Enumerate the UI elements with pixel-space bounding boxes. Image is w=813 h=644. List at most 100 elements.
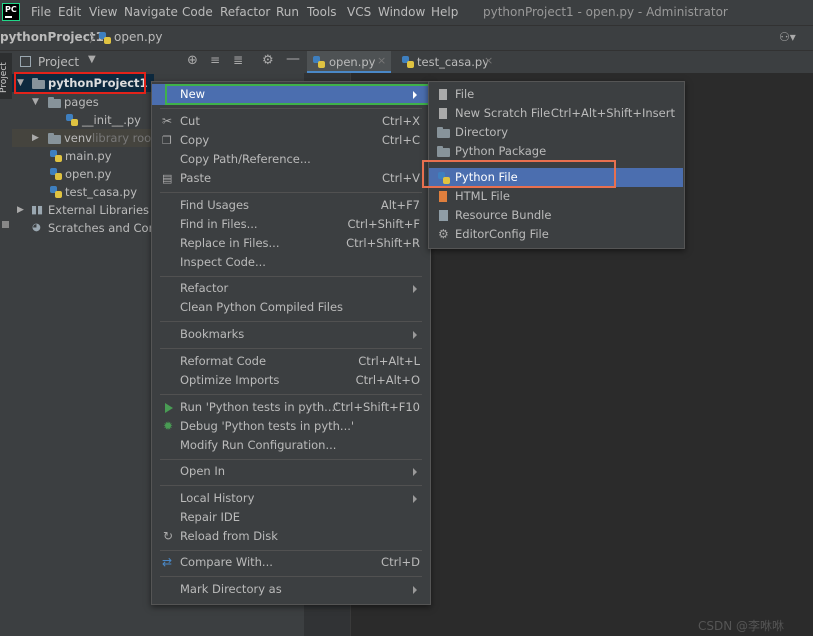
menu-item-optimize-imports[interactable]: Optimize Imports Ctrl+Alt+O bbox=[152, 371, 429, 390]
user-account-icon[interactable]: ⚇▾ bbox=[779, 30, 796, 44]
scissors-icon: ✂ bbox=[162, 114, 173, 128]
html-file-icon bbox=[439, 191, 447, 202]
scratch-file-icon bbox=[439, 108, 447, 119]
chevron-right-icon bbox=[413, 468, 417, 476]
tree-item-open[interactable]: open.py bbox=[12, 165, 152, 183]
menu-separator bbox=[160, 550, 422, 551]
tree-item-external-libraries[interactable]: ▶ ▮▮ External Libraries bbox=[12, 201, 152, 219]
close-icon[interactable]: × bbox=[484, 54, 493, 67]
library-root-hint: library root bbox=[92, 131, 156, 145]
menu-vcs[interactable]: VCS bbox=[347, 5, 371, 19]
expand-all-icon[interactable]: ≡ bbox=[210, 53, 220, 67]
menu-item-label: Open In bbox=[180, 464, 226, 478]
submenu-item-scratch-file[interactable]: New Scratch File Ctrl+Alt+Shift+Insert bbox=[429, 104, 683, 123]
menu-item-local-history[interactable]: Local History bbox=[152, 489, 429, 508]
submenu-item-directory[interactable]: Directory bbox=[429, 123, 683, 142]
menu-item-open-in[interactable]: Open In bbox=[152, 462, 429, 481]
close-icon[interactable]: × bbox=[377, 54, 386, 67]
submenu-item-python-package[interactable]: Python Package bbox=[429, 142, 683, 161]
breadcrumb-file[interactable]: open.py bbox=[114, 30, 162, 44]
menu-item-label: Paste bbox=[180, 171, 212, 185]
menu-item-bookmarks[interactable]: Bookmarks bbox=[152, 325, 429, 344]
menu-view[interactable]: View bbox=[89, 5, 117, 19]
menu-item-replace-in-files[interactable]: Replace in Files... Ctrl+Shift+R bbox=[152, 234, 429, 253]
submenu-item-resource-bundle[interactable]: Resource Bundle bbox=[429, 206, 683, 225]
gear-icon[interactable]: ⚙ bbox=[262, 53, 274, 68]
menu-item-label: Python Package bbox=[455, 144, 547, 158]
menu-help[interactable]: Help bbox=[431, 5, 458, 19]
menu-item-copy-path[interactable]: Copy Path/Reference... bbox=[152, 150, 429, 169]
tree-item-label: venv bbox=[64, 131, 92, 145]
hide-icon[interactable]: — bbox=[286, 51, 300, 67]
shortcut-label: Ctrl+X bbox=[382, 114, 420, 128]
shortcut-label: Ctrl+D bbox=[381, 555, 420, 569]
tab-label: test_casa.py bbox=[417, 55, 490, 69]
tree-item-pages[interactable]: ▼ pages bbox=[12, 93, 152, 111]
menu-item-cut[interactable]: ✂ Cut Ctrl+X bbox=[152, 112, 429, 131]
tree-item-init[interactable]: __init__.py bbox=[12, 111, 152, 129]
menu-code[interactable]: Code bbox=[182, 5, 213, 19]
menu-item-label: Debug 'Python tests in pyth...' bbox=[180, 419, 355, 433]
python-file-icon bbox=[50, 168, 62, 180]
tab-open-py[interactable]: open.py × bbox=[307, 51, 391, 73]
menu-run[interactable]: Run bbox=[276, 5, 299, 19]
menu-item-refactor[interactable]: Refactor bbox=[152, 279, 429, 298]
resource-bundle-icon bbox=[439, 210, 448, 221]
project-view-title[interactable]: Project bbox=[38, 55, 79, 69]
menu-item-label: Resource Bundle bbox=[455, 208, 552, 222]
menu-item-paste[interactable]: ▤ Paste Ctrl+V bbox=[152, 169, 429, 188]
shortcut-label: Ctrl+Alt+L bbox=[358, 354, 420, 368]
menu-item-inspect-code[interactable]: Inspect Code... bbox=[152, 253, 429, 272]
menu-item-label: Optimize Imports bbox=[180, 373, 280, 387]
menu-edit[interactable]: Edit bbox=[58, 5, 81, 19]
menu-item-modify-run-config[interactable]: Modify Run Configuration... bbox=[152, 436, 429, 455]
debug-bug-icon: ✹ bbox=[163, 419, 174, 433]
menu-navigate[interactable]: Navigate bbox=[124, 5, 178, 19]
menu-refactor[interactable]: Refactor bbox=[220, 5, 270, 19]
menu-file[interactable]: File bbox=[31, 5, 51, 19]
menu-item-reformat-code[interactable]: Reformat Code Ctrl+Alt+L bbox=[152, 352, 429, 371]
tree-item-venv[interactable]: ▶ venv library root bbox=[12, 129, 156, 147]
structure-icon[interactable] bbox=[2, 221, 9, 228]
menu-item-label: Inspect Code... bbox=[180, 255, 266, 269]
chevron-right-icon bbox=[413, 586, 417, 594]
chevron-right-icon bbox=[413, 495, 417, 503]
project-tool-tab[interactable]: Project bbox=[0, 53, 12, 99]
menu-item-run-tests[interactable]: Run 'Python tests in pyth...' Ctrl+Shift… bbox=[152, 398, 429, 417]
tree-item-scratches[interactable]: ◕ Scratches and Cons bbox=[12, 219, 162, 237]
python-file-icon bbox=[99, 32, 111, 44]
menu-item-reload-from-disk[interactable]: ↻ Reload from Disk bbox=[152, 527, 429, 546]
shortcut-label: Ctrl+C bbox=[381, 133, 420, 147]
navigation-bar: pythonProject1 〉 open.py ⚇▾ bbox=[0, 25, 813, 51]
menu-item-label: HTML File bbox=[455, 189, 510, 203]
locate-icon[interactable]: ⊕ bbox=[187, 53, 198, 68]
tree-item-label: External Libraries bbox=[48, 203, 150, 217]
menu-item-clean-compiled[interactable]: Clean Python Compiled Files bbox=[152, 298, 429, 317]
collapse-all-icon[interactable]: ≣ bbox=[233, 53, 243, 67]
menu-item-debug-tests[interactable]: ✹ Debug 'Python tests in pyth...' bbox=[152, 417, 429, 436]
python-file-icon bbox=[402, 56, 414, 68]
menu-item-find-in-files[interactable]: Find in Files... Ctrl+Shift+F bbox=[152, 215, 429, 234]
view-dropdown-icon[interactable]: ▼ bbox=[88, 54, 96, 65]
window-title: pythonProject1 - open.py - Administrator bbox=[483, 5, 728, 19]
python-file-icon bbox=[50, 186, 62, 198]
watermark: CSDN @李咻咻 bbox=[698, 619, 785, 633]
menu-item-copy[interactable]: ❐ Copy Ctrl+C bbox=[152, 131, 429, 150]
tab-test-casa-py[interactable]: test_casa.py × bbox=[396, 51, 496, 73]
tree-item-test-casa[interactable]: test_casa.py bbox=[12, 183, 152, 201]
scratches-icon: ◕ bbox=[32, 222, 41, 233]
menu-item-repair-ide[interactable]: Repair IDE bbox=[152, 508, 429, 527]
menu-tools[interactable]: Tools bbox=[307, 5, 337, 19]
menu-window[interactable]: Window bbox=[378, 5, 425, 19]
tree-item-main[interactable]: main.py bbox=[12, 147, 152, 165]
submenu-item-editorconfig[interactable]: ⚙ EditorConfig File bbox=[429, 225, 683, 244]
menu-item-mark-directory[interactable]: Mark Directory as bbox=[152, 580, 429, 599]
project-toolwindow-header: Project ▼ ⊕ ≡ ≣ ⚙ — bbox=[12, 51, 304, 74]
submenu-item-html-file[interactable]: HTML File bbox=[429, 187, 683, 206]
submenu-item-file[interactable]: File bbox=[429, 85, 683, 104]
project-view-icon bbox=[20, 56, 31, 67]
reload-icon: ↻ bbox=[163, 529, 174, 543]
shortcut-label: Ctrl+V bbox=[382, 171, 420, 185]
menu-item-compare-with[interactable]: ⇄ Compare With... Ctrl+D bbox=[152, 553, 429, 572]
menu-item-find-usages[interactable]: Find Usages Alt+F7 bbox=[152, 196, 429, 215]
